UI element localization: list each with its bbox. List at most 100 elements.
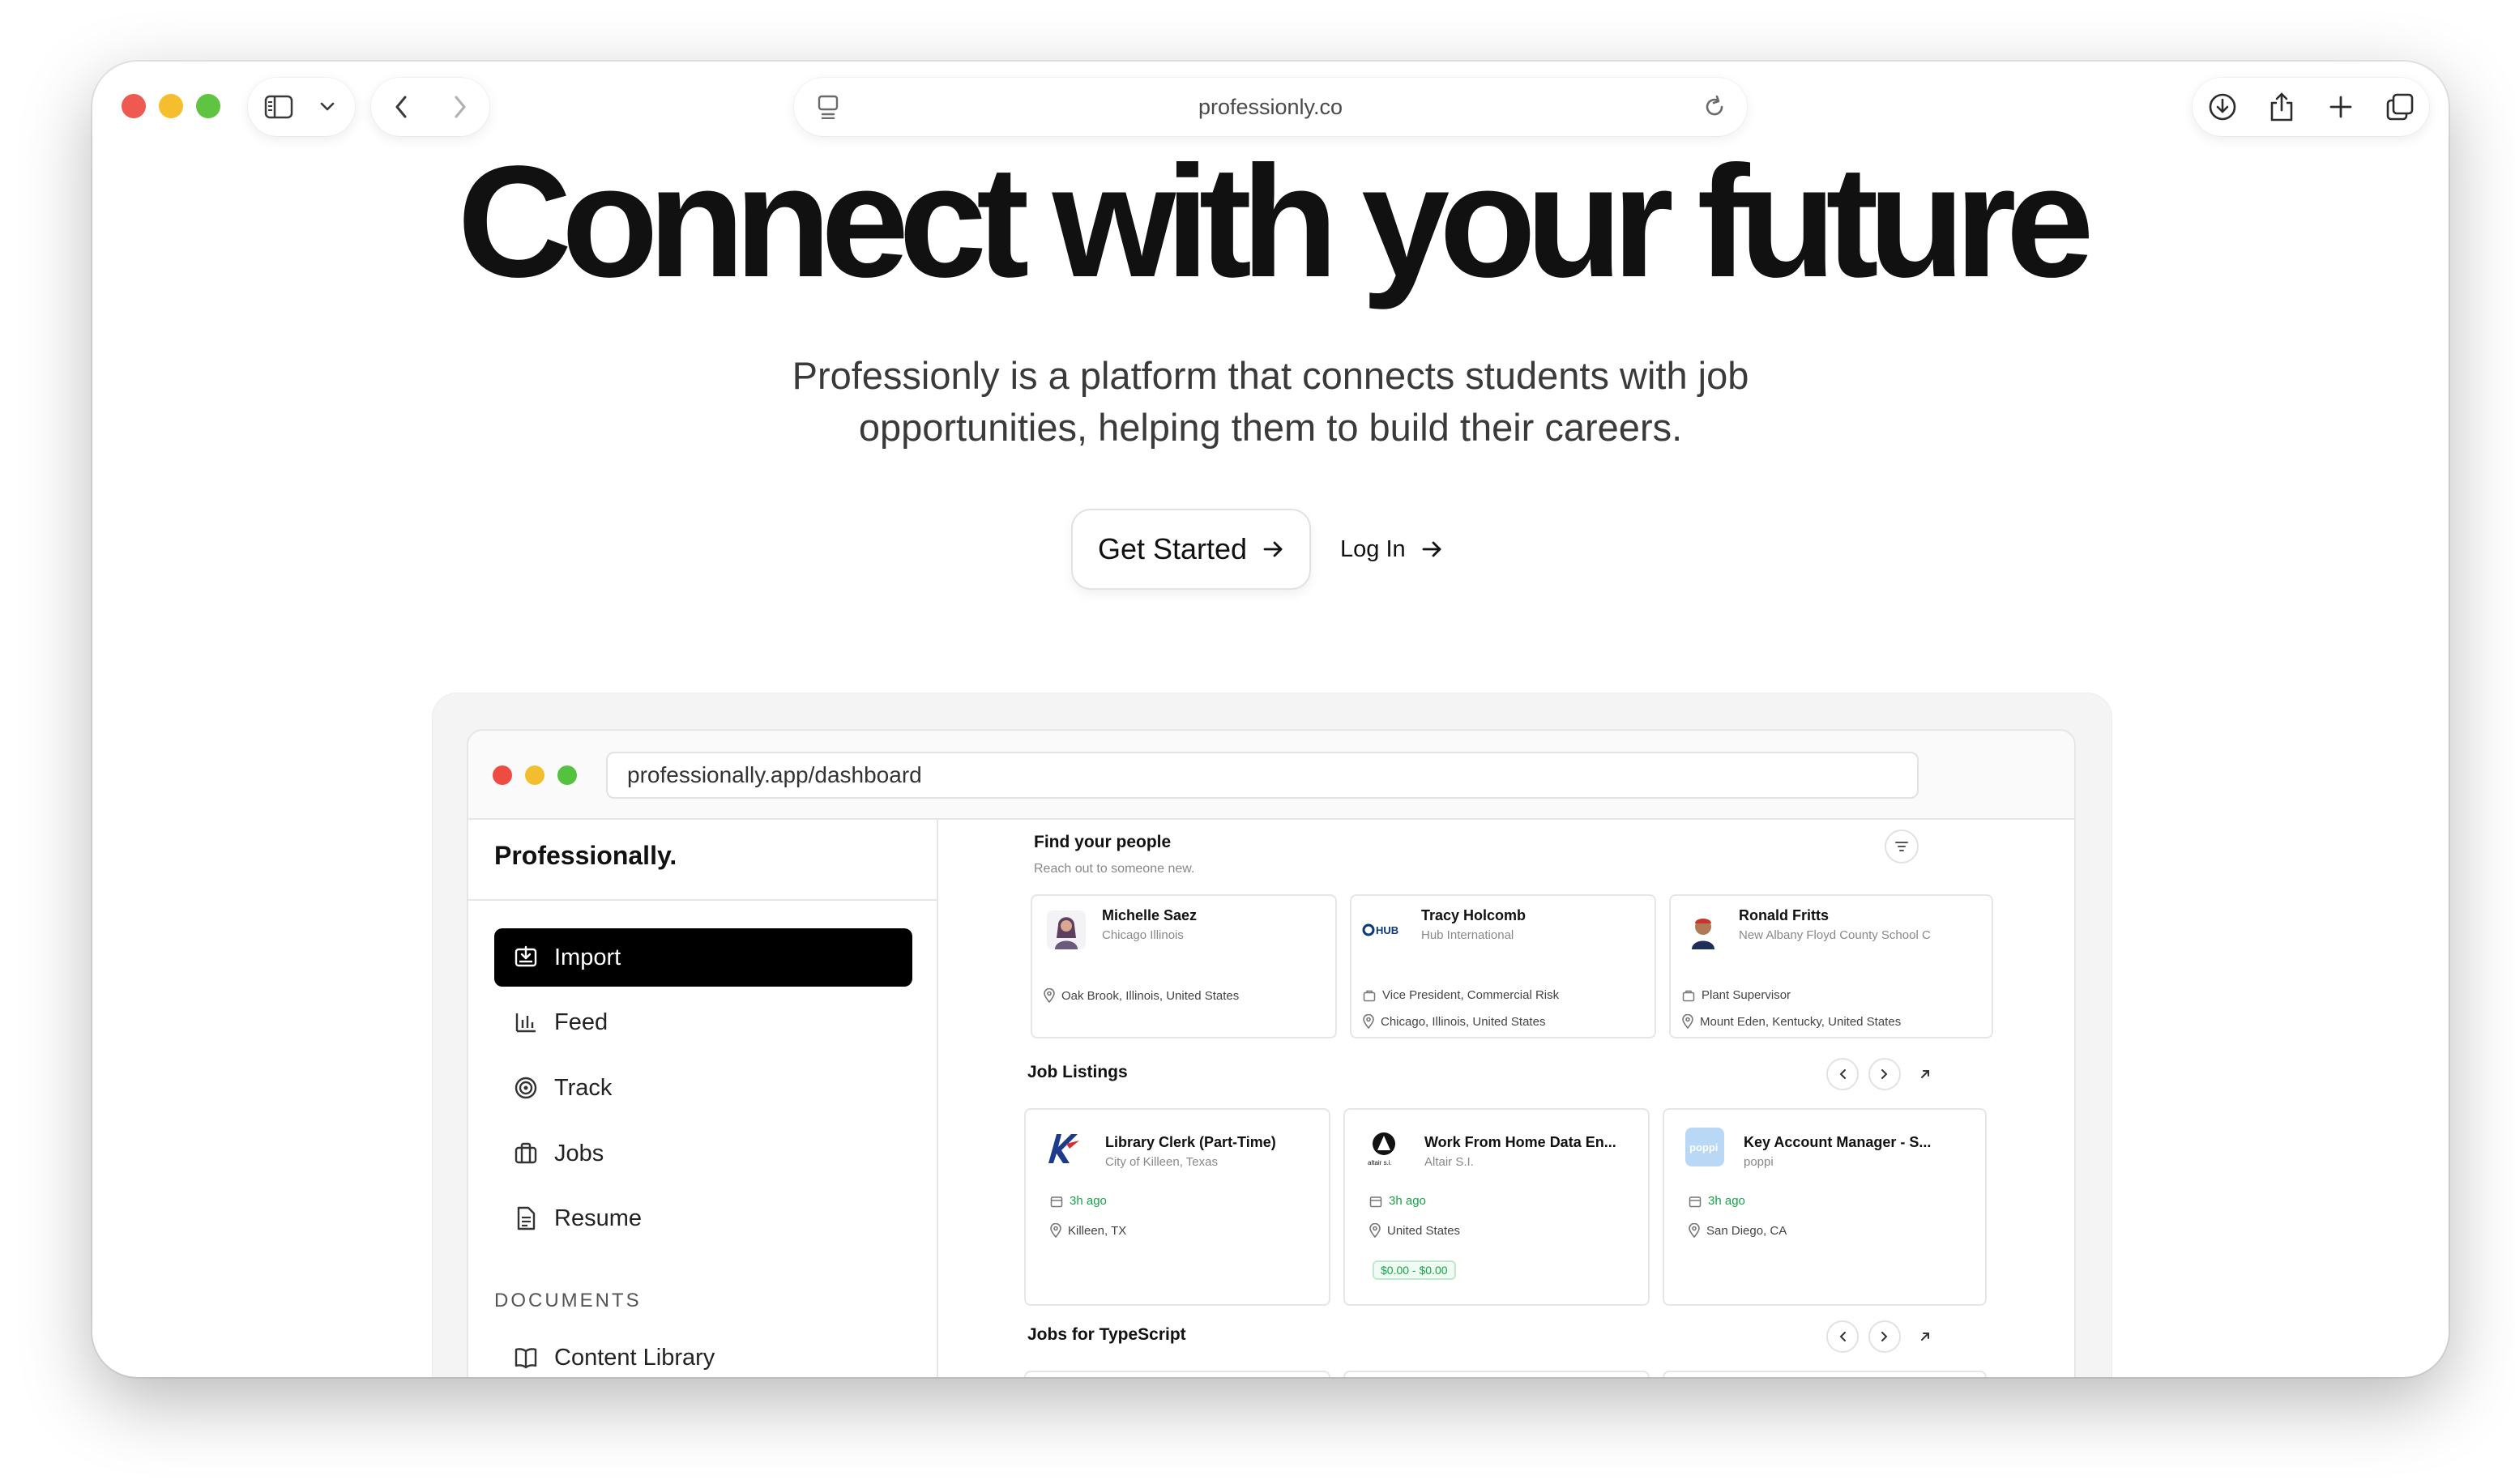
minimize-window-button[interactable]	[159, 94, 183, 118]
expand-icon[interactable]	[1909, 1058, 1941, 1090]
job-posted-text: 3h ago	[1389, 1194, 1426, 1208]
person-org: Chicago Illinois	[1102, 928, 1184, 942]
next-button[interactable]	[1868, 1320, 1901, 1353]
job-posted-text: 3h ago	[1708, 1194, 1745, 1208]
person-org: New Albany Floyd County School C	[1739, 928, 1931, 942]
close-window-button[interactable]	[122, 94, 146, 118]
job-title: Key Account Manager - S...	[1744, 1134, 1932, 1150]
briefcase-icon	[1682, 990, 1695, 1001]
preview-close-dot	[493, 765, 512, 785]
preview-url-field[interactable]: professionally.app/dashboard	[606, 752, 1919, 799]
job-location: United States	[1369, 1223, 1460, 1238]
address-bar[interactable]: professionly.co	[794, 78, 1747, 136]
person-role-text: Plant Supervisor	[1702, 988, 1791, 1002]
person-card[interactable]: Michelle Saez Chicago Illinois Oak Brook…	[1031, 894, 1337, 1038]
person-role: Plant Supervisor	[1682, 988, 1791, 1002]
bar-chart-icon	[515, 1013, 536, 1033]
chevron-down-icon[interactable]	[310, 78, 345, 136]
next-button[interactable]	[1868, 1058, 1901, 1090]
salary-badge: $0.00 - $0.00	[1373, 1260, 1456, 1280]
map-pin-icon	[1369, 1223, 1381, 1238]
person-org: Hub International	[1421, 928, 1514, 942]
job-location-text: United States	[1387, 1223, 1461, 1238]
job-posted: 3h ago	[1369, 1194, 1426, 1208]
plus-icon[interactable]	[2316, 78, 2365, 136]
nav-item-track[interactable]: Track	[494, 1059, 912, 1117]
chevron-left-icon	[1840, 1069, 1846, 1079]
get-started-button[interactable]: Get Started	[1071, 509, 1311, 590]
share-icon[interactable]	[2257, 78, 2306, 136]
target-icon	[515, 1077, 537, 1099]
log-in-label: Log In	[1340, 535, 1406, 562]
app-main: Find your people Reach out to someone ne…	[940, 820, 2074, 1377]
expand-icon[interactable]	[1909, 1320, 1941, 1353]
preview-zoom-dot	[557, 765, 577, 785]
hero-subtitle: Professionly is a platform that connects…	[703, 350, 1838, 454]
svg-text:altair s.i.: altair s.i.	[1368, 1159, 1392, 1166]
nav-item-feed[interactable]: Feed	[494, 993, 912, 1051]
arrow-right-icon	[1422, 541, 1441, 557]
person-location: Mount Eden, Kentucky, United States	[1682, 1014, 1901, 1029]
chevron-right-icon	[1881, 1069, 1887, 1079]
hero-subtitle-line1: Professionly is a platform that connects…	[792, 354, 1749, 397]
book-icon	[515, 1348, 537, 1369]
nav-label: Track	[554, 1074, 613, 1101]
person-name: Ronald Fritts	[1739, 907, 1829, 923]
documents-section-label: DOCUMENTS	[494, 1290, 642, 1311]
map-pin-icon	[1050, 1223, 1061, 1238]
job-card[interactable]	[1663, 1371, 1987, 1377]
document-icon	[517, 1206, 536, 1230]
person-card[interactable]: Ronald Fritts New Albany Floyd County Sc…	[1669, 894, 1993, 1038]
job-card[interactable]	[1024, 1371, 1330, 1377]
person-card[interactable]: HUB Tracy Holcomb Hub International Vice…	[1350, 894, 1656, 1038]
job-posted: 3h ago	[1689, 1194, 1745, 1208]
job-company: Altair S.I.	[1424, 1155, 1474, 1169]
job-posted: 3h ago	[1050, 1194, 1107, 1208]
log-in-link[interactable]: Log In	[1340, 509, 1443, 590]
brand-logo-text: Professionally.	[494, 841, 677, 870]
forward-icon[interactable]	[430, 78, 489, 136]
divider	[468, 899, 937, 901]
filter-button[interactable]	[1885, 829, 1919, 864]
job-title: Work From Home Data En...	[1424, 1134, 1616, 1150]
calendar-icon	[1689, 1196, 1702, 1207]
nav-item-jobs[interactable]: Jobs	[494, 1124, 912, 1183]
nav-item-resume[interactable]: Resume	[494, 1189, 912, 1247]
typescript-jobs-title: Jobs for TypeScript	[1027, 1325, 1186, 1344]
map-pin-icon	[1363, 1014, 1374, 1029]
chevron-left-icon	[1840, 1332, 1846, 1341]
nav-item-content-library[interactable]: Content Library	[494, 1328, 912, 1377]
dashboard-preview-window: professionally.app/dashboard Professiona…	[467, 729, 2076, 1377]
job-card[interactable]: Library Clerk (Part-Time) City of Killee…	[1024, 1108, 1330, 1306]
download-icon[interactable]	[2198, 78, 2247, 136]
tabs-icon[interactable]	[2376, 78, 2424, 136]
job-card[interactable]: altair s.i. Work From Home Data En... Al…	[1343, 1108, 1650, 1306]
prev-button[interactable]	[1826, 1320, 1859, 1353]
nav-item-import[interactable]: Import	[494, 928, 912, 987]
prev-button[interactable]	[1826, 1058, 1859, 1090]
job-title: Library Clerk (Part-Time)	[1105, 1134, 1276, 1150]
sidebar-icon[interactable]	[248, 78, 310, 136]
zoom-window-button[interactable]	[196, 94, 220, 118]
company-logo: altair s.i.	[1364, 1128, 1403, 1166]
job-card[interactable]: poppi Key Account Manager - S... poppi 3…	[1663, 1108, 1987, 1306]
job-card[interactable]	[1343, 1371, 1650, 1377]
map-pin-icon	[1682, 1014, 1693, 1029]
nav-label: Resume	[554, 1205, 642, 1231]
history-nav-group	[371, 78, 489, 136]
reload-icon[interactable]	[1695, 78, 1734, 136]
filter-icon	[1895, 842, 1908, 851]
calendar-icon	[1369, 1196, 1382, 1207]
briefcase-icon	[1363, 990, 1376, 1001]
job-location-text: Killeen, TX	[1068, 1223, 1127, 1238]
app-sidebar: Professionally. Import Feed Track Jobs R…	[468, 820, 938, 1377]
person-name: Michelle Saez	[1102, 907, 1198, 923]
job-listings-title: Job Listings	[1027, 1063, 1128, 1081]
chevron-right-icon	[1881, 1332, 1887, 1341]
get-started-label: Get Started	[1097, 532, 1248, 565]
svg-text:HUB: HUB	[1376, 924, 1398, 936]
back-icon[interactable]	[371, 78, 430, 136]
person-location: Oak Brook, Illinois, United States	[1044, 988, 1239, 1003]
job-company: City of Killeen, Texas	[1105, 1155, 1218, 1169]
preview-titlebar: professionally.app/dashboard	[468, 731, 2074, 820]
